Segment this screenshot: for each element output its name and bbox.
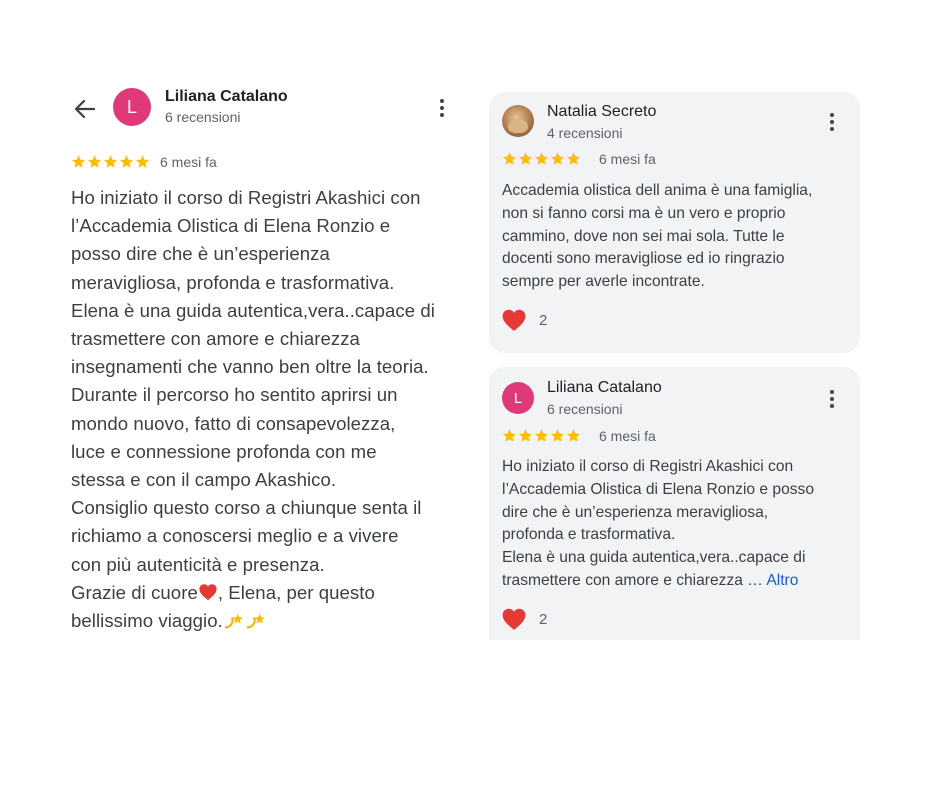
star-icon: [518, 152, 533, 165]
review-card: L Liliana Catalano 6 recensioni 6 mesi f…: [489, 367, 860, 640]
review-line: bellissimo viaggio.: [71, 607, 463, 635]
star-icon: [135, 155, 150, 168]
heart-reaction-button[interactable]: 2: [501, 607, 547, 631]
author-name[interactable]: Natalia Secreto: [547, 103, 656, 121]
star-icon: [502, 429, 517, 442]
star-icon: [550, 152, 565, 165]
review-line: stessa e con il campo Akashico.: [71, 469, 337, 491]
star-icon: [119, 155, 134, 168]
author-name[interactable]: Liliana Catalano: [165, 88, 288, 106]
review-line: trasmettere con amore e chiarezza … Altr…: [502, 570, 847, 593]
review-line: posso dire che è un’esperienza: [71, 243, 330, 265]
kebab-dot: [440, 106, 444, 110]
review-time: 6 mesi fa: [599, 151, 656, 167]
arrow-back-icon: [74, 99, 96, 119]
closing-text: bellissimo viaggio.: [71, 610, 223, 632]
review-line: luce e connessione profonda con me: [71, 440, 377, 462]
more-options-button[interactable]: [821, 387, 843, 411]
review-line: sempre per averle incontrate.: [502, 273, 705, 291]
star-icon: [103, 155, 118, 168]
kebab-dot: [440, 113, 444, 117]
review-line: l’Accademia Olistica di Elena Ronzio e: [71, 215, 391, 237]
kebab-dot: [830, 127, 834, 131]
author-avatar[interactable]: L: [502, 382, 534, 414]
star-icon: [87, 155, 102, 168]
closing-text: , Elena, per questo: [217, 581, 375, 603]
kebab-dot: [830, 113, 834, 117]
author-avatar[interactable]: L: [113, 88, 151, 126]
review-line: Elena è una guida autentica,vera..capace…: [502, 549, 806, 567]
review-line: Consiglio questo corso a chiunque senta …: [71, 497, 422, 519]
review-line: insegnamenti che vanno ben oltre la teor…: [71, 356, 429, 378]
review-line: Accademia olistica dell anima è una fami…: [502, 182, 813, 199]
star-rating: [502, 151, 581, 166]
star-icon: [566, 152, 581, 165]
star-icon: [518, 429, 533, 442]
star-icon: [534, 429, 549, 442]
star-rating: [502, 428, 581, 443]
review-line: mondo nuovo, fatto di consapevolezza,: [71, 412, 396, 434]
review-line: docenti sono meravigliose ed io ringrazi…: [502, 250, 785, 268]
reaction-count: 2: [539, 311, 548, 329]
review-line: richiamo a conoscersi meglio e a vivere: [71, 525, 399, 547]
kebab-dot: [830, 390, 834, 394]
kebab-dot: [830, 120, 834, 124]
review-line: profonda e trasformativa.: [502, 526, 676, 544]
author-review-count: 6 recensioni: [165, 109, 241, 125]
kebab-dot: [440, 99, 444, 103]
author-review-count: 6 recensioni: [547, 401, 623, 417]
review-line: dire che è un’esperienza meravigliosa,: [502, 503, 769, 521]
read-more-link[interactable]: Altro: [766, 572, 798, 589]
reaction-count: 2: [539, 610, 548, 628]
kebab-dot: [830, 404, 834, 408]
more-options-button[interactable]: [821, 110, 843, 134]
review-line: cammino, dove non sei mai sola. Tutte le: [502, 227, 785, 245]
more-options-button[interactable]: [431, 96, 453, 120]
review-line: Grazie di cuore , Elena, per questo: [71, 579, 463, 607]
star-icon: [71, 155, 86, 168]
red-heart-emoji-icon: [199, 584, 217, 601]
star-icon: [502, 152, 517, 165]
review-line: con più autenticità e presenza.: [71, 553, 325, 575]
heart-icon: [502, 309, 526, 331]
star-rating: [71, 154, 150, 169]
review-line: trasmettere con amore e chiarezza: [71, 328, 360, 350]
closing-text: Grazie di cuore: [71, 581, 198, 603]
review-body: Accademia olistica dell anima è una fami…: [502, 180, 847, 294]
back-button[interactable]: [70, 94, 100, 124]
author-avatar-photo[interactable]: [502, 105, 534, 137]
heart-reaction-button[interactable]: 2: [501, 308, 547, 332]
review-line: Ho iniziato il corso di Registri Akashic…: [71, 187, 421, 208]
review-line: non si fanno corsi ma è un vero e propri…: [502, 204, 786, 222]
star-icon: [534, 152, 549, 165]
heart-icon: [502, 608, 526, 630]
author-review-count: 4 recensioni: [547, 125, 623, 141]
star-icon: [566, 429, 581, 442]
author-name[interactable]: Liliana Catalano: [547, 379, 662, 397]
dizzy-emoji-icon: [224, 613, 243, 629]
review-line: Ho iniziato il corso di Registri Akashic…: [502, 458, 794, 475]
star-icon: [550, 429, 565, 442]
dizzy-emoji-icon: [246, 613, 265, 629]
review-card: Natalia Secreto 4 recensioni 6 mesi fa A…: [489, 92, 860, 353]
review-line: Elena è una guida autentica,vera..capace…: [71, 299, 435, 321]
review-line: meravigliosa, profonda e trasformativa.: [71, 271, 395, 293]
review-line: l’Accademia Olistica di Elena Ronzio e p…: [502, 480, 815, 498]
kebab-dot: [830, 397, 834, 401]
review-time: 6 mesi fa: [599, 428, 656, 444]
review-time: 6 mesi fa: [160, 154, 217, 170]
review-line: Durante il percorso ho sentito aprirsi u…: [71, 384, 398, 406]
truncated-text: trasmettere con amore e chiarezza …: [502, 571, 767, 589]
review-body: Ho iniziato il corso di Registri Akashic…: [71, 184, 463, 635]
review-body: Ho iniziato il corso di Registri Akashic…: [502, 456, 847, 593]
